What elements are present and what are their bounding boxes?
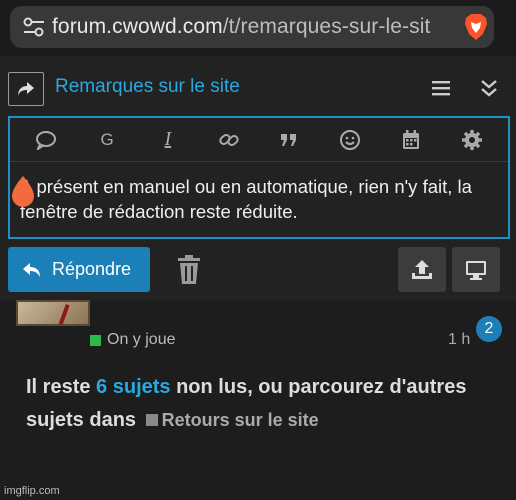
url-path: /t/remarques-sur-le-sit: [222, 15, 431, 38]
reply-icon: [23, 262, 40, 277]
quote-icon[interactable]: [31, 125, 61, 155]
text-handle-drop-icon[interactable]: [10, 176, 36, 213]
link-icon[interactable]: [214, 125, 244, 155]
unread-topics-link[interactable]: 6 sujets: [96, 376, 170, 398]
reply-button-label: Répondre: [52, 259, 132, 279]
reply-arrow-icon: [18, 82, 34, 96]
blockquote-icon[interactable]: [274, 125, 304, 155]
topic-category[interactable]: On y joue: [90, 331, 175, 349]
browser-toolbar: forum.cwowd.com/t/remarques-sur-le-sit: [0, 0, 516, 56]
suggest-prefix: Il reste: [26, 376, 97, 398]
editor-toolbar: G I: [10, 118, 508, 162]
heading-button[interactable]: G: [92, 125, 122, 155]
menu-icon[interactable]: [428, 76, 454, 100]
suggested-topics-text: Il reste 6 sujets non lus, ou parcourez …: [26, 371, 496, 437]
composer-header: Remarques sur le site: [0, 68, 516, 108]
gear-icon[interactable]: [457, 125, 487, 155]
topic-thumbnail[interactable]: [16, 300, 90, 326]
upload-icon: [412, 259, 432, 279]
category-label: On y joue: [107, 331, 176, 348]
editor-textarea[interactable]: A présent en manuel ou en automatique, r…: [10, 162, 508, 224]
italic-button[interactable]: I: [153, 125, 183, 155]
emoji-icon[interactable]: [335, 125, 365, 155]
desktop-icon: [466, 260, 486, 280]
url-domain: forum.cwowd.com: [52, 15, 223, 38]
editor[interactable]: G I A présent en manuel ou en automatiqu…: [8, 116, 510, 239]
address-bar[interactable]: forum.cwowd.com/t/remarques-sur-le-sit: [10, 6, 494, 48]
url-text[interactable]: forum.cwowd.com/t/remarques-sur-le-sit: [52, 15, 458, 39]
brave-lion-icon[interactable]: [458, 6, 494, 48]
topic-time[interactable]: 1 h: [448, 331, 470, 349]
reply-button[interactable]: Répondre: [8, 247, 150, 292]
reply-count-badge[interactable]: 2: [476, 316, 502, 342]
upload-button[interactable]: [398, 247, 446, 292]
composer-topic-title[interactable]: Remarques sur le site: [55, 76, 240, 98]
reply-action-button[interactable]: [8, 72, 44, 106]
watermark: imgflip.com: [4, 485, 60, 497]
category-square-icon: [145, 414, 158, 426]
category-color-square: [90, 334, 101, 346]
collapse-icon[interactable]: [476, 76, 502, 100]
calendar-icon[interactable]: [396, 125, 426, 155]
discard-button[interactable]: [172, 253, 206, 287]
trash-icon: [178, 255, 200, 284]
topic-list: On y joue 2 1 h Il reste 6 sujets non lu…: [0, 300, 516, 500]
suggest-category-link[interactable]: Retours sur le site: [162, 410, 319, 430]
tune-icon[interactable]: [16, 6, 52, 48]
preview-toggle-button[interactable]: [452, 247, 500, 292]
